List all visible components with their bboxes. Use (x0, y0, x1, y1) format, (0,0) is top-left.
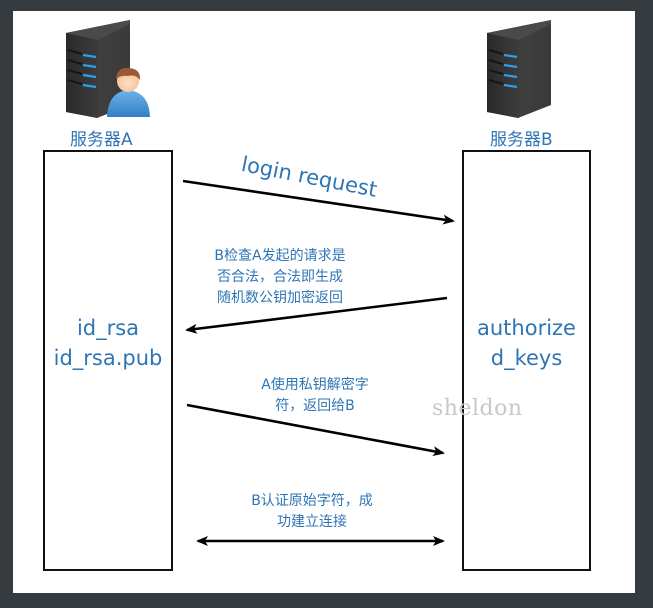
server-b-label: 服务器B (490, 130, 553, 150)
step-decrypt-line-1: A使用私钥解密字 (261, 377, 369, 393)
server-b-file-line-1: authorize (477, 316, 576, 340)
server-b-icon (487, 20, 551, 118)
step-check-line-1: B检查A发起的请求是 (214, 248, 346, 264)
step-decrypt-line-2: 符，返回给B (275, 398, 355, 414)
step-establish-connection-label: B认证原始字符，成 功建立连接 (232, 491, 392, 533)
step-check-line-3: 随机数公钥加密返回 (217, 290, 343, 306)
step-check-and-return-label: B检查A发起的请求是 否合法，合法即生成 随机数公钥加密返回 (200, 246, 360, 309)
step-establish-line-2: 功建立连接 (277, 514, 347, 530)
step-decrypt-and-return-label: A使用私钥解密字 符，返回给B (240, 375, 390, 417)
step-establish-line-1: B认证原始字符，成 (251, 493, 373, 509)
server-a-file-private-key: id_rsa (76, 316, 140, 340)
server-a-box: id_rsa id_rsa.pub (43, 150, 173, 571)
server-a-file-public-key: id_rsa.pub (53, 346, 163, 370)
server-b-file-line-2: d_keys (490, 346, 563, 370)
watermark: sheldon (432, 396, 523, 421)
server-b-box: authorize d_keys (462, 150, 591, 571)
server-a-label: 服务器A (70, 130, 133, 150)
step-check-line-2: 否合法，合法即生成 (217, 269, 343, 285)
